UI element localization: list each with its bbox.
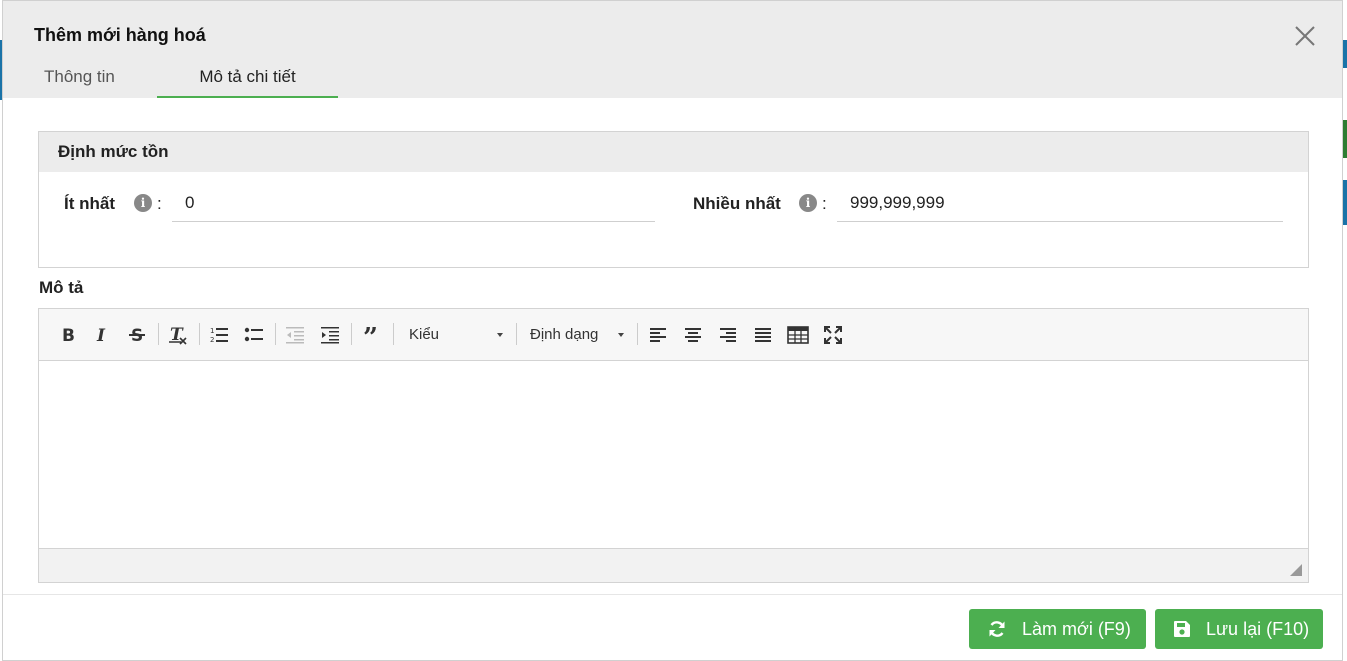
- close-icon: [1295, 26, 1315, 46]
- save-button[interactable]: Lưu lại (F10): [1155, 609, 1323, 649]
- modal-title: Thêm mới hàng hoá: [34, 25, 206, 45]
- blockquote-button[interactable]: ”: [359, 322, 385, 348]
- toolbar-separator: [637, 323, 638, 345]
- bulleted-list-button[interactable]: [241, 322, 267, 348]
- info-icon[interactable]: i: [134, 194, 152, 212]
- svg-text:I: I: [96, 326, 106, 344]
- floppy-disk-icon: [1174, 621, 1190, 637]
- min-stock-input[interactable]: [172, 184, 655, 222]
- align-center-icon: [685, 328, 701, 342]
- footer-divider: [3, 594, 1342, 595]
- maximize-icon: [824, 326, 842, 344]
- italic-button[interactable]: I: [89, 322, 115, 348]
- info-icon[interactable]: i: [799, 194, 817, 212]
- editor-statusbar: [39, 548, 1308, 582]
- editor-toolbar: B I S T 12 ” Kiểu Định dạng: [39, 309, 1308, 361]
- strikethrough-button[interactable]: S: [124, 322, 150, 348]
- strikethrough-icon: S: [129, 326, 145, 344]
- style-dropdown[interactable]: Kiểu: [409, 322, 507, 348]
- inventory-threshold-panel: Định mức tồn Ít nhất i : Nhiều nhất i :: [38, 131, 1309, 268]
- outdent-icon: [286, 327, 304, 344]
- align-right-button[interactable]: [715, 322, 741, 348]
- blockquote-icon: ”: [363, 326, 378, 344]
- svg-text:”: ”: [363, 326, 378, 344]
- min-label: Ít nhất: [64, 194, 115, 213]
- rich-text-editor: B I S T 12 ” Kiểu Định dạng: [38, 308, 1309, 583]
- indent-button[interactable]: [317, 322, 343, 348]
- editor-content-area[interactable]: [39, 361, 1308, 549]
- max-stock-input[interactable]: [837, 184, 1283, 222]
- chevron-down-icon: [618, 333, 624, 337]
- close-button[interactable]: [1290, 21, 1320, 51]
- colon: :: [822, 194, 827, 213]
- align-left-icon: [650, 328, 666, 342]
- bold-icon: B: [62, 326, 75, 344]
- toolbar-separator: [516, 323, 517, 345]
- align-center-button[interactable]: [680, 322, 706, 348]
- toolbar-separator: [393, 323, 394, 345]
- max-label: Nhiều nhất: [693, 194, 781, 213]
- add-product-modal: Thêm mới hàng hoá Thông tin Mô tả chi ti…: [2, 0, 1343, 661]
- bold-button[interactable]: B: [55, 322, 81, 348]
- numbered-list-icon: 12: [210, 327, 228, 344]
- save-button-label: Lưu lại (F10): [1206, 619, 1310, 639]
- toolbar-separator: [158, 323, 159, 345]
- format-dropdown-label: Định dạng: [530, 326, 599, 343]
- toolbar-separator: [199, 323, 200, 345]
- refresh-icon: [989, 621, 1005, 637]
- chevron-down-icon: [497, 333, 503, 337]
- numbered-list-button[interactable]: 12: [206, 322, 232, 348]
- panel-title: Định mức tồn: [39, 132, 1308, 172]
- italic-icon: I: [96, 326, 106, 344]
- align-left-button[interactable]: [645, 322, 671, 348]
- svg-text:2: 2: [210, 336, 214, 344]
- refresh-button-label: Làm mới (F9): [1022, 619, 1131, 639]
- maximize-button[interactable]: [820, 322, 846, 348]
- svg-text:B: B: [62, 326, 75, 344]
- tab-detailed-description[interactable]: Mô tả chi tiết: [157, 61, 338, 98]
- indent-icon: [321, 327, 339, 344]
- remove-format-icon: T: [169, 325, 187, 345]
- remove-format-button[interactable]: T: [165, 322, 191, 348]
- align-right-icon: [720, 328, 736, 342]
- tab-bar: Thông tin Mô tả chi tiết: [3, 61, 1342, 98]
- refresh-button[interactable]: Làm mới (F9): [969, 609, 1146, 649]
- format-dropdown[interactable]: Định dạng: [530, 322, 628, 348]
- svg-text:1: 1: [210, 327, 214, 335]
- table-button[interactable]: [785, 322, 811, 348]
- align-justify-button[interactable]: [750, 322, 776, 348]
- toolbar-separator: [275, 323, 276, 345]
- bulleted-list-icon: [244, 327, 263, 342]
- resize-handle-icon[interactable]: [1290, 564, 1302, 576]
- colon: :: [157, 194, 162, 213]
- modal-header: Thêm mới hàng hoá Thông tin Mô tả chi ti…: [3, 1, 1342, 98]
- tab-info[interactable]: Thông tin: [44, 61, 115, 98]
- toolbar-separator: [351, 323, 352, 345]
- style-dropdown-label: Kiểu: [409, 326, 440, 343]
- align-justify-icon: [755, 328, 771, 342]
- outdent-button[interactable]: [282, 322, 308, 348]
- description-label: Mô tả: [39, 278, 84, 297]
- table-icon: [787, 326, 809, 344]
